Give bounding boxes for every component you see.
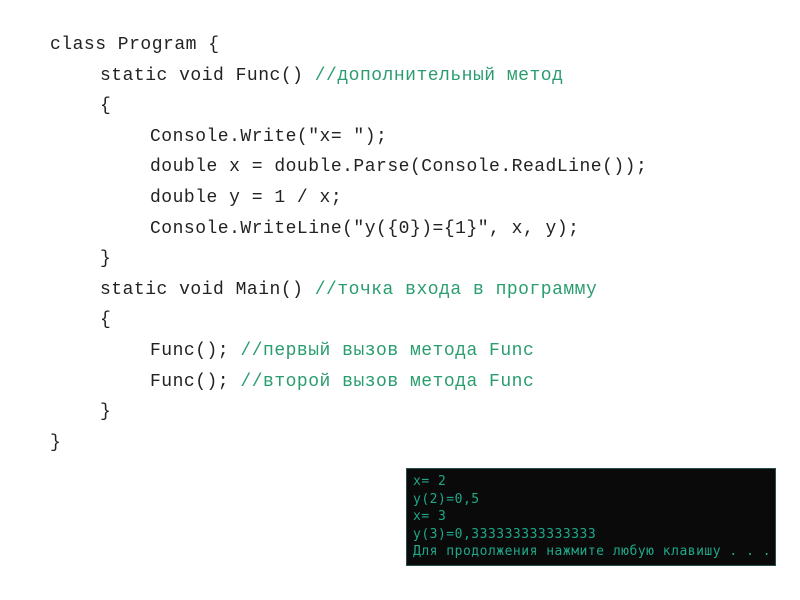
code-text: Console.WriteLine("y({0})={1}", x, y);: [150, 219, 579, 239]
code-comment: //второй вызов метода Func: [240, 372, 534, 392]
console-line: x= 2: [413, 473, 769, 491]
console-line: x= 3: [413, 508, 769, 526]
code-text: Console.Write("x= ");: [150, 127, 387, 147]
code-text: }: [50, 433, 61, 453]
code-line: static void Main() //точка входа в прогр…: [50, 275, 780, 306]
code-text: Func();: [150, 372, 240, 392]
code-text: static void Main(): [100, 280, 315, 300]
code-line: Func(); //первый вызов метода Func: [50, 336, 780, 367]
code-line: class Program {: [50, 30, 780, 61]
code-text: double y = 1 / x;: [150, 188, 342, 208]
code-line: double x = double.Parse(Console.ReadLine…: [50, 152, 780, 183]
code-text: Func();: [150, 341, 240, 361]
code-line: Console.WriteLine("y({0})={1}", x, y);: [50, 214, 780, 245]
code-text: {: [100, 310, 111, 330]
code-comment: //первый вызов метода Func: [240, 341, 534, 361]
console-output: x= 2 y(2)=0,5 x= 3 y(3)=0,33333333333333…: [406, 468, 776, 566]
code-line: }: [50, 244, 780, 275]
code-line: Func(); //второй вызов метода Func: [50, 367, 780, 398]
code-text: {: [100, 96, 111, 116]
code-block: class Program { static void Func() //доп…: [50, 30, 780, 458]
code-line: {: [50, 305, 780, 336]
code-line: }: [50, 428, 780, 459]
code-comment: //точка входа в программу: [315, 280, 598, 300]
console-line: y(3)=0,333333333333333: [413, 526, 769, 544]
console-line: y(2)=0,5: [413, 491, 769, 509]
console-line: Для продолжения нажмите любую клавишу . …: [413, 543, 769, 561]
code-text: }: [100, 402, 111, 422]
code-line: static void Func() //дополнительный мето…: [50, 61, 780, 92]
code-text: static void Func(): [100, 66, 315, 86]
code-line: Console.Write("x= ");: [50, 122, 780, 153]
code-comment: //дополнительный метод: [315, 66, 564, 86]
code-text: }: [100, 249, 111, 269]
code-text: double x = double.Parse(Console.ReadLine…: [150, 157, 647, 177]
code-line: {: [50, 91, 780, 122]
code-text: class Program {: [50, 35, 220, 55]
code-line: }: [50, 397, 780, 428]
code-line: double y = 1 / x;: [50, 183, 780, 214]
